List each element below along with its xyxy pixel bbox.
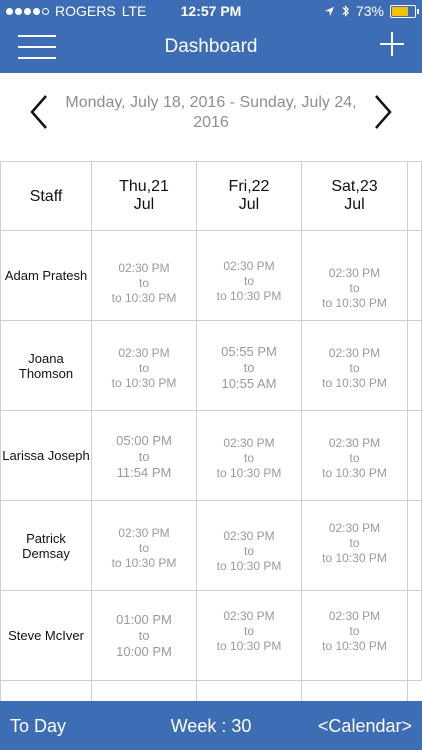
- top-bar: ROGERS LTE 12:57 PM 73% Dashboard: [0, 0, 422, 73]
- calendar-button[interactable]: <Calendar>: [318, 716, 412, 737]
- day-header: Fri,22 Jul: [197, 162, 302, 231]
- shift-cell-partial: [408, 411, 422, 501]
- shift-cell[interactable]: 02:30 PM to to 10:30 PM: [92, 321, 197, 411]
- shift-cell[interactable]: 01:00 PM to 10:00 PM: [92, 591, 197, 681]
- page-title: Dashboard: [164, 36, 258, 57]
- day-header-month: Jul: [133, 196, 155, 213]
- shift-cell[interactable]: 02:30 PM to to 10:30 PM: [92, 231, 197, 321]
- shift-cell-partial: [408, 321, 422, 411]
- shift-cell-partial: [92, 681, 197, 702]
- shift-cell[interactable]: 02:30 PM to to 10:30 PM: [197, 231, 302, 321]
- status-bar: ROGERS LTE 12:57 PM 73%: [0, 0, 422, 22]
- shift-cell-partial: [302, 681, 408, 702]
- bluetooth-icon: [342, 5, 349, 17]
- shift-cell[interactable]: 02:30 PM to to 10:30 PM: [197, 411, 302, 501]
- staff-header: Staff: [0, 162, 92, 231]
- staff-name[interactable]: Larissa Joseph: [0, 411, 92, 501]
- battery-icon: [390, 4, 419, 18]
- day-header-date: Fri,22: [228, 178, 270, 195]
- day-header-partial: [408, 162, 422, 231]
- staff-name[interactable]: Patrick Demsay: [0, 501, 92, 591]
- shift-cell[interactable]: 02:30 PM to to 10:30 PM: [92, 501, 197, 591]
- staff-name-partial: [0, 681, 92, 702]
- staff-name[interactable]: Adam Pratesh: [0, 231, 92, 321]
- shift-cell[interactable]: 02:30 PM to to 10:30 PM: [302, 321, 408, 411]
- previous-week-button[interactable]: [26, 92, 56, 132]
- shift-cell[interactable]: 02:30 PM to to 10:30 PM: [302, 411, 408, 501]
- shift-cell-partial: [197, 681, 302, 702]
- battery-percent: 73%: [355, 3, 384, 19]
- shift-cell[interactable]: 02:30 PM to to 10:30 PM: [197, 501, 302, 591]
- bottom-bar: To Day Week : 30 <Calendar>: [0, 701, 422, 750]
- day-header-date: Thu,21: [119, 178, 169, 195]
- add-button[interactable]: [380, 32, 404, 56]
- next-week-button[interactable]: [366, 92, 396, 132]
- schedule-grid: Staff Thu,21 Jul Fri,22 Jul Sat,23 Jul A…: [0, 161, 422, 702]
- day-header: Thu,21 Jul: [92, 162, 197, 231]
- day-header-date: Sat,23: [331, 178, 378, 195]
- shift-cell[interactable]: 02:30 PM to to 10:30 PM: [302, 591, 408, 681]
- week-selector: Monday, July 18, 2016 - Sunday, July 24,…: [0, 73, 422, 161]
- shift-cell[interactable]: 02:30 PM to to 10:30 PM: [302, 501, 408, 591]
- shift-cell[interactable]: 02:30 PM to to 10:30 PM: [197, 591, 302, 681]
- shift-cell-partial: [408, 501, 422, 591]
- week-range-label: Monday, July 18, 2016 - Sunday, July 24,…: [65, 94, 357, 131]
- staff-name[interactable]: Joana Thomson: [0, 321, 92, 411]
- chevron-left-icon: [30, 95, 47, 129]
- location-icon: [324, 6, 335, 16]
- day-header: Sat,23 Jul: [302, 162, 408, 231]
- shift-cell-partial: [408, 591, 422, 681]
- day-header-month: Jul: [344, 196, 365, 213]
- shift-cell-partial: [408, 231, 422, 321]
- day-header-month: Jul: [238, 196, 260, 213]
- shift-cell[interactable]: 02:30 PM to to 10:30 PM: [302, 231, 408, 321]
- shift-cell[interactable]: 05:55 PM to 10:55 AM: [197, 321, 302, 411]
- chevron-right-icon: [375, 95, 392, 129]
- staff-name[interactable]: Steve McIver: [0, 591, 92, 681]
- shift-cell[interactable]: 05:00 PM to 11:54 PM: [92, 411, 197, 501]
